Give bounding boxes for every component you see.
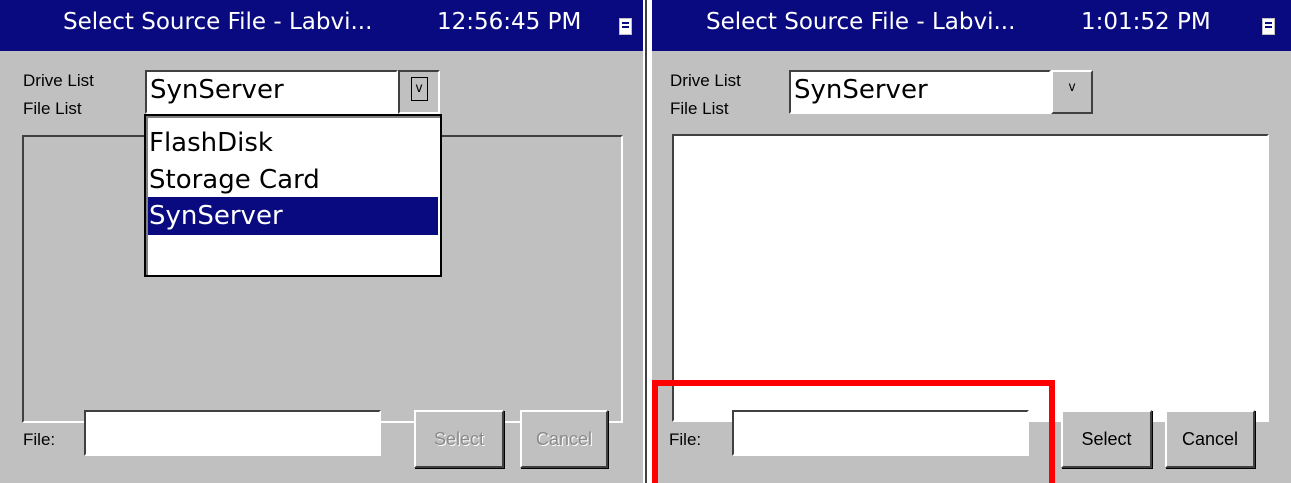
left-dialog: Select Source File - Labvi... 12:56:45 P…: [0, 0, 643, 483]
drive-combo-field[interactable]: SynServer: [789, 70, 1051, 114]
dropdown-item-synserver[interactable]: SynServer: [148, 197, 438, 235]
panel-divider: [643, 0, 652, 483]
file-list-label: File List: [23, 99, 82, 118]
file-label: File:: [23, 430, 56, 449]
file-list-box[interactable]: [672, 134, 1269, 422]
window-menu-icon[interactable]: [1262, 18, 1275, 35]
cancel-button[interactable]: Cancel: [1165, 410, 1255, 468]
window-title: Select Source File - Labvi...: [706, 9, 1016, 35]
clock-time: 1:01:52 PM: [1081, 9, 1211, 35]
drive-dropdown-button[interactable]: v: [1051, 70, 1093, 114]
dropdown-item-storage-card[interactable]: Storage Card: [148, 161, 438, 199]
dropdown-item-flashdisk[interactable]: FlashDisk: [148, 124, 438, 162]
annotation-highlight-box: [652, 380, 1055, 483]
drive-dropdown-list[interactable]: FlashDisk Storage Card SynServer: [144, 114, 442, 277]
chevron-down-icon: v: [410, 77, 428, 101]
clock-time: 12:56:45 PM: [437, 9, 582, 35]
window-menu-icon[interactable]: [619, 18, 632, 35]
select-button[interactable]: Select: [1061, 410, 1152, 468]
title-bar: Select Source File - Labvi... 1:01:52 PM: [652, 0, 1291, 51]
select-button[interactable]: Select: [414, 410, 504, 468]
window-title: Select Source File - Labvi...: [63, 9, 373, 35]
file-list-label: File List: [670, 99, 729, 118]
cancel-button[interactable]: Cancel: [520, 410, 608, 468]
drive-list-label: Drive List: [670, 71, 741, 90]
title-bar: Select Source File - Labvi... 12:56:45 P…: [0, 0, 643, 51]
drive-dropdown-button[interactable]: v: [398, 70, 440, 114]
drive-combo-field[interactable]: SynServer: [145, 70, 398, 114]
drive-list-label: Drive List: [23, 71, 94, 90]
chevron-down-icon: v: [1068, 80, 1076, 95]
file-input[interactable]: [84, 410, 381, 456]
